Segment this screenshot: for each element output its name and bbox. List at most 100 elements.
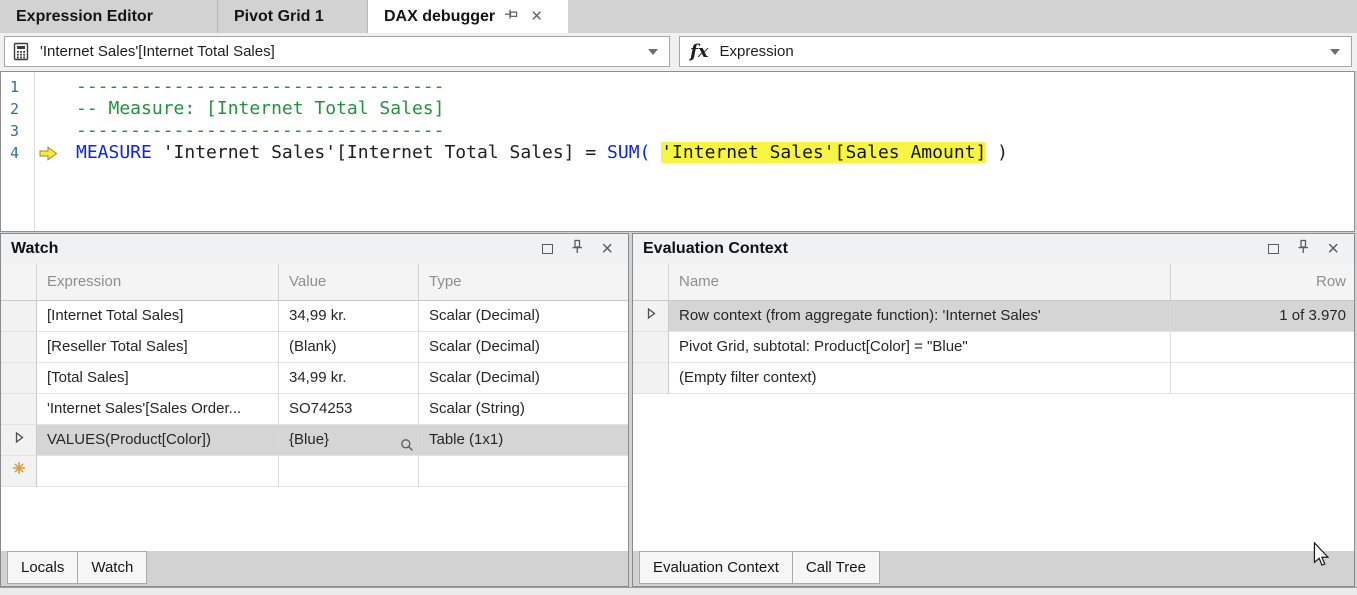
chevron-down-icon[interactable] (648, 49, 658, 55)
table-header-row: ExpressionValueType (1, 264, 628, 301)
code-token: ) (986, 142, 1008, 163)
measure-combobox[interactable]: 'Internet Sales'[Internet Total Sales] (4, 36, 670, 67)
code-token: ---------------------------------- (76, 76, 444, 97)
cell-value[interactable]: (Blank) (279, 332, 419, 363)
row-header-cell[interactable] (633, 301, 669, 332)
close-icon[interactable]: × (527, 8, 546, 26)
panel-tab-call-tree[interactable]: Call Tree (792, 551, 880, 584)
expression-combobox-value: Expression (719, 43, 1330, 60)
document-tabstrip: Expression Editor Pivot Grid 1DAX debugge… (0, 0, 1357, 33)
row-header-cell[interactable] (1, 332, 37, 363)
pin-icon[interactable] (504, 7, 518, 26)
cell-type[interactable] (419, 456, 628, 487)
code-text: MEASURE 'Internet Sales'[Internet Total … (76, 142, 1008, 164)
cell-type[interactable]: Scalar (Decimal) (419, 332, 628, 363)
row-header-cell[interactable] (1, 425, 37, 456)
table-row[interactable] (1, 456, 628, 487)
code-text: ---------------------------------- (76, 120, 444, 142)
fx-icon: fx (690, 41, 708, 62)
table-row[interactable]: Row context (from aggregate function): '… (633, 301, 1354, 332)
row-header-cell[interactable] (1, 363, 37, 394)
doc-tab-label: Expression Editor (16, 8, 153, 26)
chevron-down-icon[interactable] (1330, 49, 1340, 55)
dax-code-editor[interactable]: 1 ---------------------------------- 2 -- M… (0, 71, 1355, 232)
row-header-cell (1, 264, 37, 301)
maximize-icon[interactable] (1268, 244, 1279, 254)
watch-panel-title: Watch (11, 240, 542, 258)
code-token: ---------------------------------- (76, 120, 444, 141)
cell-expression[interactable]: 'Internet Sales'[Sales Order... (37, 394, 279, 425)
tab-dax-debugger[interactable]: DAX debugger× (368, 0, 568, 33)
tab-pivot-grid-1[interactable]: Pivot Grid 1 (218, 0, 368, 33)
breakpoint-margin[interactable] (34, 120, 76, 142)
close-icon[interactable]: × (601, 241, 613, 257)
line-number: 1 (1, 76, 34, 98)
cell-name[interactable]: (Empty filter context) (669, 363, 1171, 394)
cell-value[interactable]: 34,99 kr. (279, 301, 419, 332)
cell-row[interactable] (1171, 332, 1354, 363)
row-header-cell[interactable] (1, 456, 37, 487)
table-row[interactable]: 'Internet Sales'[Sales Order...SO74253Sc… (1, 394, 628, 425)
evaluation-context-tabstrip: Evaluation ContextCall Tree (633, 551, 1354, 586)
evaluation-context-panel: Evaluation Context × NameRowRow context … (632, 233, 1355, 587)
column-header-value[interactable]: Value (279, 264, 419, 301)
expression-combobox[interactable]: fx Expression (679, 36, 1352, 67)
table-row[interactable]: (Empty filter context) (633, 363, 1354, 394)
breakpoint-margin[interactable] (34, 76, 76, 98)
cell-expression[interactable] (37, 456, 279, 487)
magnifier-icon[interactable] (400, 433, 414, 456)
cell-type[interactable]: Scalar (Decimal) (419, 301, 628, 332)
line-number: 2 (1, 98, 34, 120)
breakpoint-margin[interactable] (34, 142, 76, 164)
row-header-cell[interactable] (1, 394, 37, 425)
panel-tab-locals[interactable]: Locals (7, 551, 78, 584)
panel-tab-watch[interactable]: Watch (77, 551, 147, 584)
column-header-row[interactable]: Row (1171, 264, 1354, 301)
cell-name[interactable]: Row context (from aggregate function): '… (669, 301, 1171, 332)
cell-value[interactable] (279, 456, 419, 487)
cell-value[interactable]: 34,99 kr. (279, 363, 419, 394)
column-header-name[interactable]: Name (669, 264, 1171, 301)
close-icon[interactable]: × (1327, 241, 1339, 257)
code-token (650, 142, 661, 163)
cell-expression[interactable]: [Internet Total Sales] (37, 301, 279, 332)
evaluation-context-titlebar: Evaluation Context × (633, 234, 1354, 264)
maximize-icon[interactable] (542, 244, 553, 254)
row-header-cell (633, 264, 669, 301)
code-line: 1 ---------------------------------- (1, 76, 1354, 98)
panel-tab-evaluation-context[interactable]: Evaluation Context (639, 551, 793, 584)
column-header-expression[interactable]: Expression (37, 264, 279, 301)
code-line: 3---------------------------------- (1, 120, 1354, 142)
cell-type[interactable]: Table (1x1) (419, 425, 628, 456)
cell-row[interactable] (1171, 363, 1354, 394)
calculator-icon (13, 42, 29, 61)
cell-name[interactable]: Pivot Grid, subtotal: Product[Color] = "… (669, 332, 1171, 363)
cell-type[interactable]: Scalar (Decimal) (419, 363, 628, 394)
cell-row[interactable]: 1 of 3.970 (1171, 301, 1354, 332)
expand-triangle-icon[interactable] (13, 425, 25, 455)
pin-icon[interactable] (570, 239, 584, 259)
row-header-cell[interactable] (633, 363, 669, 394)
code-token: -- Measure: [Internet Total Sales] (76, 98, 444, 119)
cell-value[interactable]: {Blue} (279, 425, 419, 456)
cell-expression[interactable]: VALUES(Product[Color]) (37, 425, 279, 456)
table-row[interactable]: Pivot Grid, subtotal: Product[Color] = "… (633, 332, 1354, 363)
table-header-row: NameRow (633, 264, 1354, 301)
cell-expression[interactable]: [Total Sales] (37, 363, 279, 394)
table-row[interactable]: [Reseller Total Sales](Blank)Scalar (Dec… (1, 332, 628, 363)
breakpoint-margin[interactable] (34, 98, 76, 120)
watch-panel-titlebar: Watch × (1, 234, 628, 264)
column-header-type[interactable]: Type (419, 264, 628, 301)
table-row[interactable]: [Internet Total Sales]34,99 kr.Scalar (D… (1, 301, 628, 332)
tab-expression-editor[interactable]: Expression Editor (0, 0, 218, 33)
cell-expression[interactable]: [Reseller Total Sales] (37, 332, 279, 363)
pin-icon[interactable] (1296, 239, 1310, 259)
row-header-cell[interactable] (633, 332, 669, 363)
evaluation-context-title: Evaluation Context (643, 240, 1268, 258)
cell-value[interactable]: SO74253 (279, 394, 419, 425)
row-header-cell[interactable] (1, 301, 37, 332)
table-row[interactable]: [Total Sales]34,99 kr.Scalar (Decimal) (1, 363, 628, 394)
table-row[interactable]: VALUES(Product[Color]){Blue}Table (1x1) (1, 425, 628, 456)
cell-type[interactable]: Scalar (String) (419, 394, 628, 425)
expand-triangle-icon[interactable] (645, 301, 657, 331)
